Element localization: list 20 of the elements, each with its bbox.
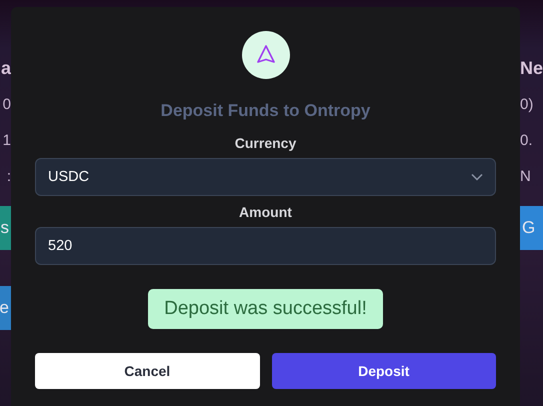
field-label: Currency — [234, 135, 296, 151]
chevron-down-icon — [471, 173, 483, 181]
success-alert: Deposit was successful! — [148, 289, 383, 329]
logo-icon — [242, 31, 290, 79]
value-text: 0 — [2, 94, 11, 114]
deposit-button[interactable]: Deposit — [272, 353, 496, 389]
value-text: 0) — [520, 94, 534, 114]
heading-text: a — [0, 56, 11, 80]
page-button[interactable]: e — [0, 286, 11, 330]
value-text: : — [6, 166, 11, 186]
amount-field[interactable]: 520 — [35, 227, 496, 265]
heading-text: Ne — [520, 56, 543, 80]
value-text: 0. — [520, 130, 534, 150]
value-text: N — [520, 166, 532, 186]
dialog-title: Deposit Funds to Ontropy — [160, 101, 370, 121]
value-text: 1 — [2, 130, 11, 150]
currency-dropdown[interactable]: USDC — [35, 158, 496, 196]
cancel-button[interactable]: Cancel — [35, 353, 260, 389]
field-label: Amount — [239, 204, 292, 220]
page-button[interactable]: s — [0, 206, 11, 250]
